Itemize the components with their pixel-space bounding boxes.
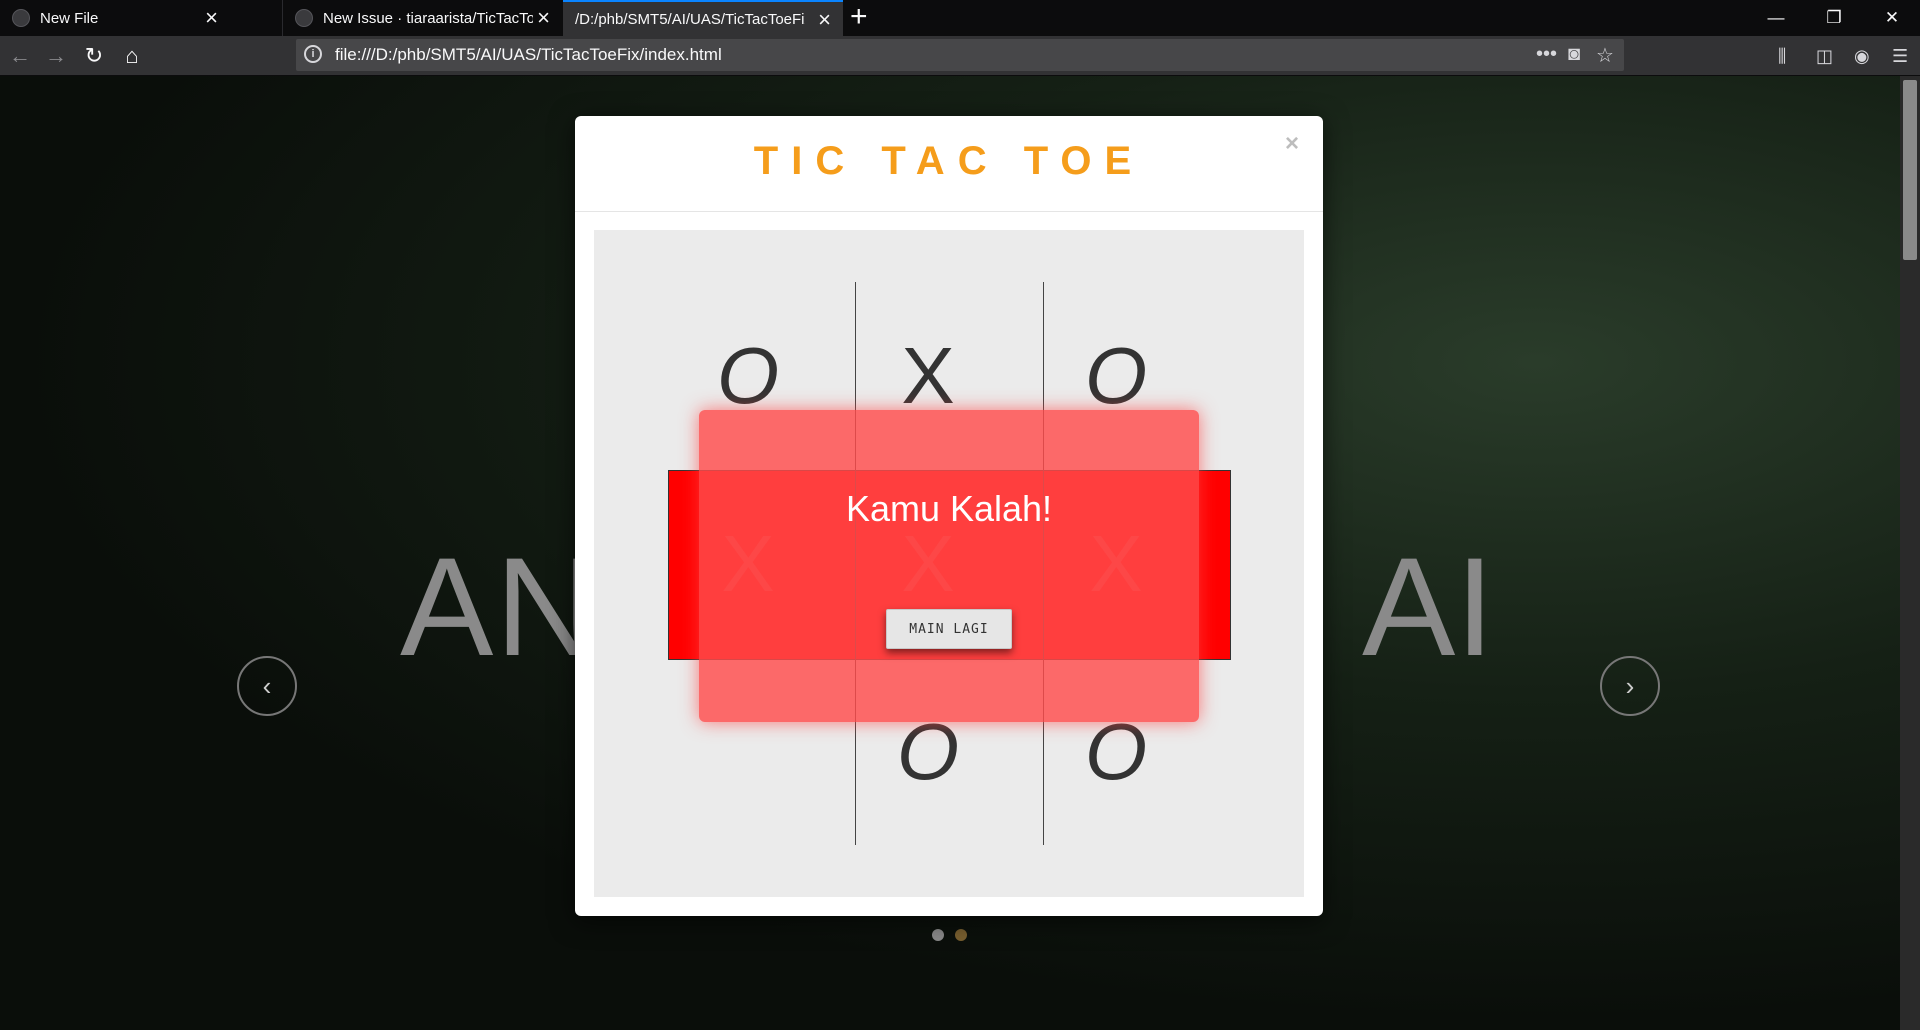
hero-heading-right: AI (1362, 528, 1495, 685)
close-tab-icon[interactable]: × (537, 6, 550, 30)
carousel-prev-button[interactable]: ‹ (237, 656, 297, 716)
bookmark-star-icon[interactable]: ☆ (1596, 43, 1614, 68)
menu-icon[interactable]: ☰ (1892, 46, 1908, 67)
page-actions-icon[interactable]: ••• (1536, 43, 1557, 66)
url-text[interactable]: file:///D:/phb/SMT5/AI/UAS/TicTacToeFix/… (335, 45, 722, 65)
play-again-button[interactable]: MAIN LAGI (886, 609, 1012, 649)
scrollbar[interactable] (1900, 76, 1920, 1030)
tab-bar: New File × New Issue · tiaraarista/TicTa… (0, 0, 1920, 36)
tab-label: New File (40, 9, 99, 27)
new-tab-button[interactable]: + (850, 2, 868, 32)
minimize-button[interactable]: — (1748, 0, 1804, 36)
result-message: Kamu Kalah! (845, 488, 1053, 529)
modal-title: TIC TAC TOE (753, 139, 1145, 183)
tab-label: New Issue · tiaraarista/TicTacToe (323, 9, 533, 27)
tab-new-file[interactable]: New File × (0, 0, 230, 36)
pocket-icon[interactable]: ◙ (1568, 43, 1580, 66)
close-tab-icon[interactable]: × (205, 6, 218, 30)
back-icon[interactable]: ← (4, 36, 36, 76)
tab-label: /D:/phb/SMT5/AI/UAS/TicTacToeFix (575, 10, 805, 28)
close-tab-icon[interactable]: × (818, 8, 831, 32)
close-window-button[interactable]: ✕ (1864, 0, 1920, 36)
page-content: AN AI ‹ › TIC TAC TOE × O X O X X X O O … (0, 76, 1920, 1030)
navigation-bar: ← → ↻ ⌂ i file:///D:/phb/SMT5/AI/UAS/Tic… (0, 36, 1920, 76)
carousel-indicator-2[interactable] (955, 929, 967, 941)
restore-button[interactable]: ❐ (1806, 0, 1862, 36)
game-board: O X O X X X O O Kamu Kalah! MAIN LAGI (594, 230, 1304, 897)
reload-icon[interactable]: ↻ (78, 36, 110, 76)
github-icon (12, 9, 30, 27)
tab-index-html[interactable]: /D:/phb/SMT5/AI/UAS/TicTacToeFix × (563, 0, 843, 36)
library-icon[interactable]: ⫼ (1778, 46, 1786, 67)
result-overlay: Kamu Kalah! MAIN LAGI (699, 410, 1199, 722)
sidebar-icon[interactable]: ◫ (1816, 46, 1833, 67)
modal-header: TIC TAC TOE × (575, 116, 1323, 212)
account-icon[interactable]: ◉ (1854, 46, 1870, 67)
tab-new-issue[interactable]: New Issue · tiaraarista/TicTacToe × (282, 0, 562, 36)
carousel-next-button[interactable]: › (1600, 656, 1660, 716)
forward-icon[interactable]: → (40, 36, 72, 76)
close-icon[interactable]: × (1285, 130, 1299, 158)
hero-heading-left: AN (400, 528, 599, 685)
info-icon[interactable]: i (304, 45, 322, 63)
game-modal: TIC TAC TOE × O X O X X X O O Kamu Kalah… (575, 116, 1323, 916)
address-bar[interactable]: i file:///D:/phb/SMT5/AI/UAS/TicTacToeFi… (296, 39, 1624, 71)
github-icon (295, 9, 313, 27)
carousel-indicator-1[interactable] (932, 929, 944, 941)
home-icon[interactable]: ⌂ (116, 36, 148, 76)
scrollbar-thumb[interactable] (1903, 80, 1917, 260)
